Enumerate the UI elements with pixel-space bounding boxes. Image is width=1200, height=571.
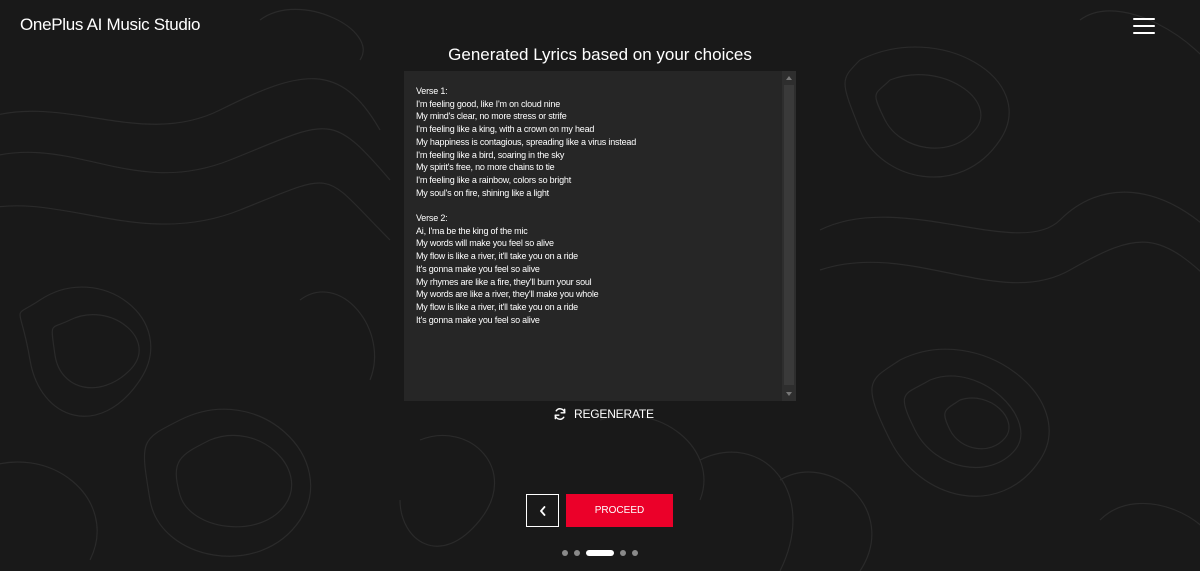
step-indicator — [0, 550, 1200, 556]
scroll-thumb[interactable] — [784, 85, 794, 385]
menu-bar-top — [1133, 18, 1155, 20]
step-dot-1[interactable] — [562, 550, 568, 556]
menu-bar-middle — [1133, 25, 1155, 27]
refresh-icon — [554, 408, 566, 420]
hamburger-menu-icon[interactable] — [1133, 16, 1157, 34]
page: OnePlus AI Music Studio Generated Lyrics… — [0, 0, 1200, 571]
scroll-down-arrow-icon[interactable] — [786, 392, 792, 396]
step-dot-4[interactable] — [620, 550, 626, 556]
regenerate-label: REGENERATE — [574, 407, 654, 421]
step-dot-3[interactable] — [586, 550, 614, 556]
lyrics-content: Verse 1: I'm feeling good, like I'm on c… — [416, 86, 637, 325]
step-dot-2[interactable] — [574, 550, 580, 556]
regenerate-button[interactable]: REGENERATE — [553, 406, 654, 422]
step-dot-5[interactable] — [632, 550, 638, 556]
app-title: OnePlus AI Music Studio — [20, 15, 201, 34]
menu-bar-bottom — [1133, 32, 1155, 34]
proceed-button[interactable]: PROCEED — [566, 494, 673, 527]
lyrics-textarea[interactable]: Verse 1: I'm feeling good, like I'm on c… — [404, 71, 796, 401]
scroll-up-arrow-icon[interactable] — [786, 76, 792, 80]
back-button[interactable] — [526, 494, 559, 527]
chevron-left-icon — [539, 505, 545, 516]
page-heading: Generated Lyrics based on your choices — [448, 45, 752, 64]
lyrics-scrollbar[interactable] — [782, 71, 796, 401]
